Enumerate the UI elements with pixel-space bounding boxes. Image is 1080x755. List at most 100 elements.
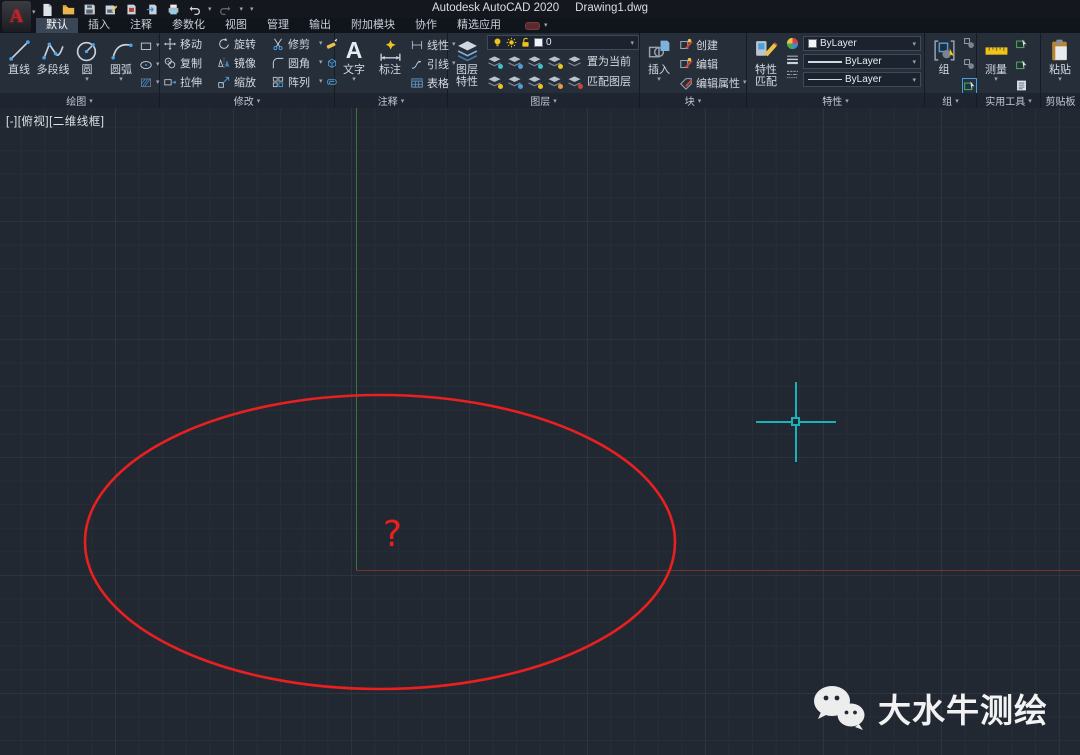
set-current-icon-button[interactable] xyxy=(567,55,582,68)
panel-label-layers[interactable]: 图层▾ xyxy=(448,93,640,108)
print-button[interactable] xyxy=(166,2,180,16)
layer-properties-button[interactable]: 图层特性 xyxy=(451,35,483,91)
insert-block-button[interactable]: 插入 ▾ xyxy=(643,35,675,91)
save-as-button[interactable] xyxy=(103,2,117,16)
select-all-button[interactable] xyxy=(1015,58,1028,76)
trim-button[interactable]: 修剪 xyxy=(271,35,317,53)
new-file-button[interactable] xyxy=(40,2,54,16)
panel-label-draw[interactable]: 绘图▾ xyxy=(0,93,160,108)
linetype-select-caret[interactable]: ▾ xyxy=(912,76,916,84)
circle-dropdown-caret[interactable]: ▾ xyxy=(85,77,89,83)
layer-unlock-button[interactable] xyxy=(527,75,542,88)
redo-dropdown-caret[interactable]: ▾ xyxy=(240,6,244,13)
undo-button[interactable] xyxy=(187,2,201,16)
match-properties-button[interactable]: 特性匹配 xyxy=(750,35,782,91)
layer-thaw-button[interactable] xyxy=(507,75,522,88)
panel-label-properties[interactable]: 特性▾ xyxy=(747,93,925,108)
tab-manage[interactable]: 管理 xyxy=(257,18,299,33)
layer-lock-button[interactable] xyxy=(547,55,562,68)
linetype-icon[interactable] xyxy=(785,68,800,81)
panel-label-group[interactable]: 组▾ xyxy=(925,93,977,108)
viewport-controls[interactable]: [-][俯视][二维线框] xyxy=(6,113,105,129)
undo-dropdown-caret[interactable]: ▾ xyxy=(208,6,212,13)
tab-output[interactable]: 输出 xyxy=(299,18,341,33)
ellipse-tool-button[interactable]: ▾ xyxy=(139,57,160,73)
tab-parametric[interactable]: 参数化 xyxy=(162,18,215,33)
copy-button[interactable]: 复制 xyxy=(163,54,215,72)
fillet-button[interactable]: 圆角 xyxy=(271,54,317,72)
text-dropdown-caret[interactable]: ▾ xyxy=(352,77,356,83)
lineweight-select-caret[interactable]: ▾ xyxy=(912,58,916,66)
measure-dropdown-caret[interactable]: ▾ xyxy=(994,77,998,83)
tab-view[interactable]: 视图 xyxy=(215,18,257,33)
rectangle-button[interactable]: ▾ xyxy=(139,38,160,54)
group-edit-button[interactable] xyxy=(963,58,976,76)
panel-label-annotation[interactable]: 注释▾ xyxy=(335,93,448,108)
linetype-select[interactable]: ByLayer ▾ xyxy=(803,72,921,87)
layer-freeze-button[interactable] xyxy=(527,55,542,68)
layer-on-button[interactable] xyxy=(487,75,502,88)
panel-label-block[interactable]: 块▾ xyxy=(640,93,747,108)
line-button[interactable]: 直线 xyxy=(3,35,35,91)
arc-dropdown-caret[interactable]: ▾ xyxy=(119,77,123,83)
save-button[interactable] xyxy=(82,2,96,16)
circle-button[interactable]: 圆 ▾ xyxy=(71,35,103,91)
measure-button[interactable]: 测量 ▾ xyxy=(980,35,1012,91)
dimension-button[interactable]: 标注 xyxy=(374,35,406,91)
tab-annotate[interactable]: 注释 xyxy=(120,18,162,33)
array-dropdown-caret[interactable]: ▾ xyxy=(319,79,323,85)
export-button[interactable] xyxy=(145,2,159,16)
lineweight-icon[interactable] xyxy=(785,53,800,66)
group-button[interactable]: 组 xyxy=(928,35,960,91)
layer-select[interactable]: 0 ▾ xyxy=(487,35,639,50)
hatch-button[interactable]: ▾ xyxy=(139,75,160,91)
edit-block-button[interactable]: 编辑 xyxy=(679,56,747,73)
edit-block-icon xyxy=(679,57,693,71)
ungroup-button[interactable] xyxy=(963,37,976,55)
panel-label-utilities[interactable]: 实用工具▾ xyxy=(977,93,1041,108)
trim-dropdown-caret[interactable]: ▾ xyxy=(319,41,323,47)
tab-addins[interactable]: 附加模块 xyxy=(341,18,405,33)
panel-label-clipboard[interactable]: 剪贴板 xyxy=(1041,93,1080,108)
panel-label-modify[interactable]: 修改▾ xyxy=(160,93,335,108)
layer-isolate-button[interactable] xyxy=(507,55,522,68)
text-button[interactable]: A 文字 ▾ xyxy=(338,35,370,91)
match-layer-icon-button[interactable] xyxy=(567,75,582,88)
layer-lock2-button[interactable] xyxy=(547,75,562,88)
insert-dropdown-caret[interactable]: ▾ xyxy=(657,77,661,83)
rotate-button[interactable]: 旋转 xyxy=(217,35,269,53)
drawn-ellipse[interactable] xyxy=(0,108,1080,755)
paste-dropdown-caret[interactable]: ▾ xyxy=(1058,77,1062,83)
customize-qat-caret[interactable]: ▾ xyxy=(250,6,254,13)
lineweight-select[interactable]: ByLayer ▾ xyxy=(803,54,921,69)
tab-default[interactable]: 默认 xyxy=(36,18,78,33)
create-block-button[interactable]: 创建 xyxy=(679,37,747,54)
drawing-canvas[interactable]: [-][俯视][二维线框] ? 大水牛测绘 xyxy=(0,108,1080,755)
match-layer-label[interactable]: 匹配图层 xyxy=(587,73,631,89)
quick-select-button[interactable] xyxy=(1015,37,1028,55)
object-color-select[interactable]: ByLayer ▾ xyxy=(803,36,921,51)
move-button[interactable]: 移动 xyxy=(163,35,215,53)
mirror-button[interactable]: 镜像 xyxy=(217,54,269,72)
tab-featured-apps[interactable]: 精选应用 xyxy=(447,18,511,33)
plot-button[interactable] xyxy=(124,2,138,16)
tab-insert[interactable]: 插入 xyxy=(78,18,120,33)
record-button[interactable]: ▾ xyxy=(525,18,548,33)
fillet-dropdown-caret[interactable]: ▾ xyxy=(319,60,323,66)
color-wheel-icon[interactable] xyxy=(785,36,800,51)
tab-collaborate[interactable]: 协作 xyxy=(405,18,447,33)
polyline-button[interactable]: 多段线 xyxy=(37,35,69,91)
app-menu-button[interactable]: A xyxy=(2,1,31,32)
array-button[interactable]: 阵列 xyxy=(271,73,317,91)
arc-button[interactable]: 圆弧 ▾ xyxy=(105,35,137,91)
open-file-button[interactable] xyxy=(61,2,75,16)
layer-off-button[interactable] xyxy=(487,55,502,68)
stretch-button[interactable]: 拉伸 xyxy=(163,73,215,91)
color-select-caret[interactable]: ▾ xyxy=(912,40,916,48)
redo-button[interactable] xyxy=(219,2,233,16)
layer-select-caret[interactable]: ▾ xyxy=(630,39,634,47)
edit-attributes-button[interactable]: 编辑属性▾ xyxy=(679,74,747,91)
scale-button[interactable]: 缩放 xyxy=(217,73,269,91)
paste-button[interactable]: 粘贴 ▾ xyxy=(1044,35,1076,91)
set-current-label[interactable]: 置为当前 xyxy=(587,53,631,69)
